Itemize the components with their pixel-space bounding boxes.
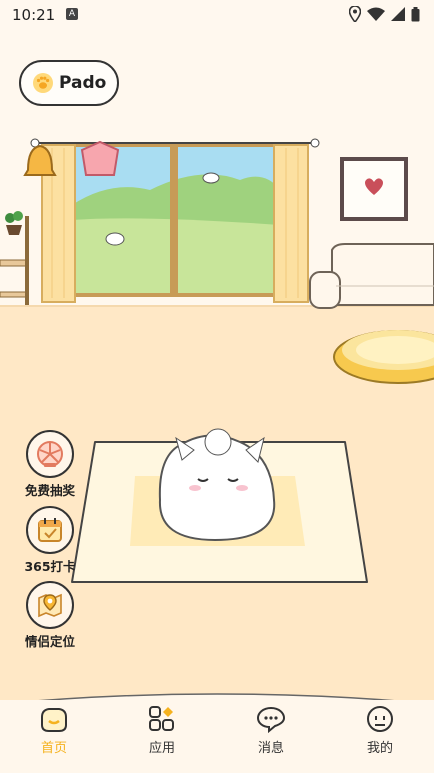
free-lottery-button[interactable]: 免费抽奖 (24, 430, 76, 499)
signal-icon (391, 7, 405, 21)
profile-icon (367, 706, 393, 732)
tab-profile[interactable]: 我的 (350, 705, 410, 756)
couple-location-label: 情侣定位 (24, 634, 75, 649)
wifi-icon (367, 7, 385, 21)
couple-location-button[interactable]: 情侣定位 (24, 581, 76, 650)
message-icon (256, 706, 286, 733)
free-lottery-label: 免费抽奖 (24, 483, 75, 498)
tab-home-label: 首页 (40, 741, 67, 756)
lottery-fan-icon (26, 430, 74, 478)
room-scene: Pado 免费抽奖 365打卡 情侣定位 (0, 30, 434, 700)
tab-apps-label: 应用 (148, 741, 175, 756)
checkin-365-button[interactable]: 365打卡 (24, 506, 76, 575)
paw-icon (33, 73, 53, 93)
map-pin-icon (26, 581, 74, 629)
apps-icon (149, 706, 174, 731)
status-bar: 10:21 A (0, 0, 434, 30)
tab-apps[interactable]: 应用 (132, 705, 192, 756)
tab-messages[interactable]: 消息 (241, 705, 301, 756)
status-time: 10:21 (12, 6, 56, 24)
tab-messages-label: 消息 (257, 741, 284, 756)
checkin-365-label: 365打卡 (24, 559, 76, 574)
profile-name: Pado (59, 73, 107, 93)
home-icon (41, 708, 67, 732)
location-icon (349, 6, 361, 22)
calendar-check-icon (26, 506, 74, 554)
sofa (309, 243, 434, 309)
picture-frame (340, 157, 408, 221)
tab-profile-label: 我的 (366, 741, 393, 756)
tab-home[interactable]: 首页 (24, 705, 84, 756)
pet-character (158, 428, 276, 542)
pet-bed (333, 330, 434, 384)
battery-icon (411, 6, 420, 21)
notification-icon: A (66, 8, 78, 20)
status-icons (349, 6, 420, 22)
profile-button[interactable]: Pado (19, 60, 119, 106)
hanging-shirt (80, 140, 120, 176)
plant-shelf (0, 211, 29, 305)
